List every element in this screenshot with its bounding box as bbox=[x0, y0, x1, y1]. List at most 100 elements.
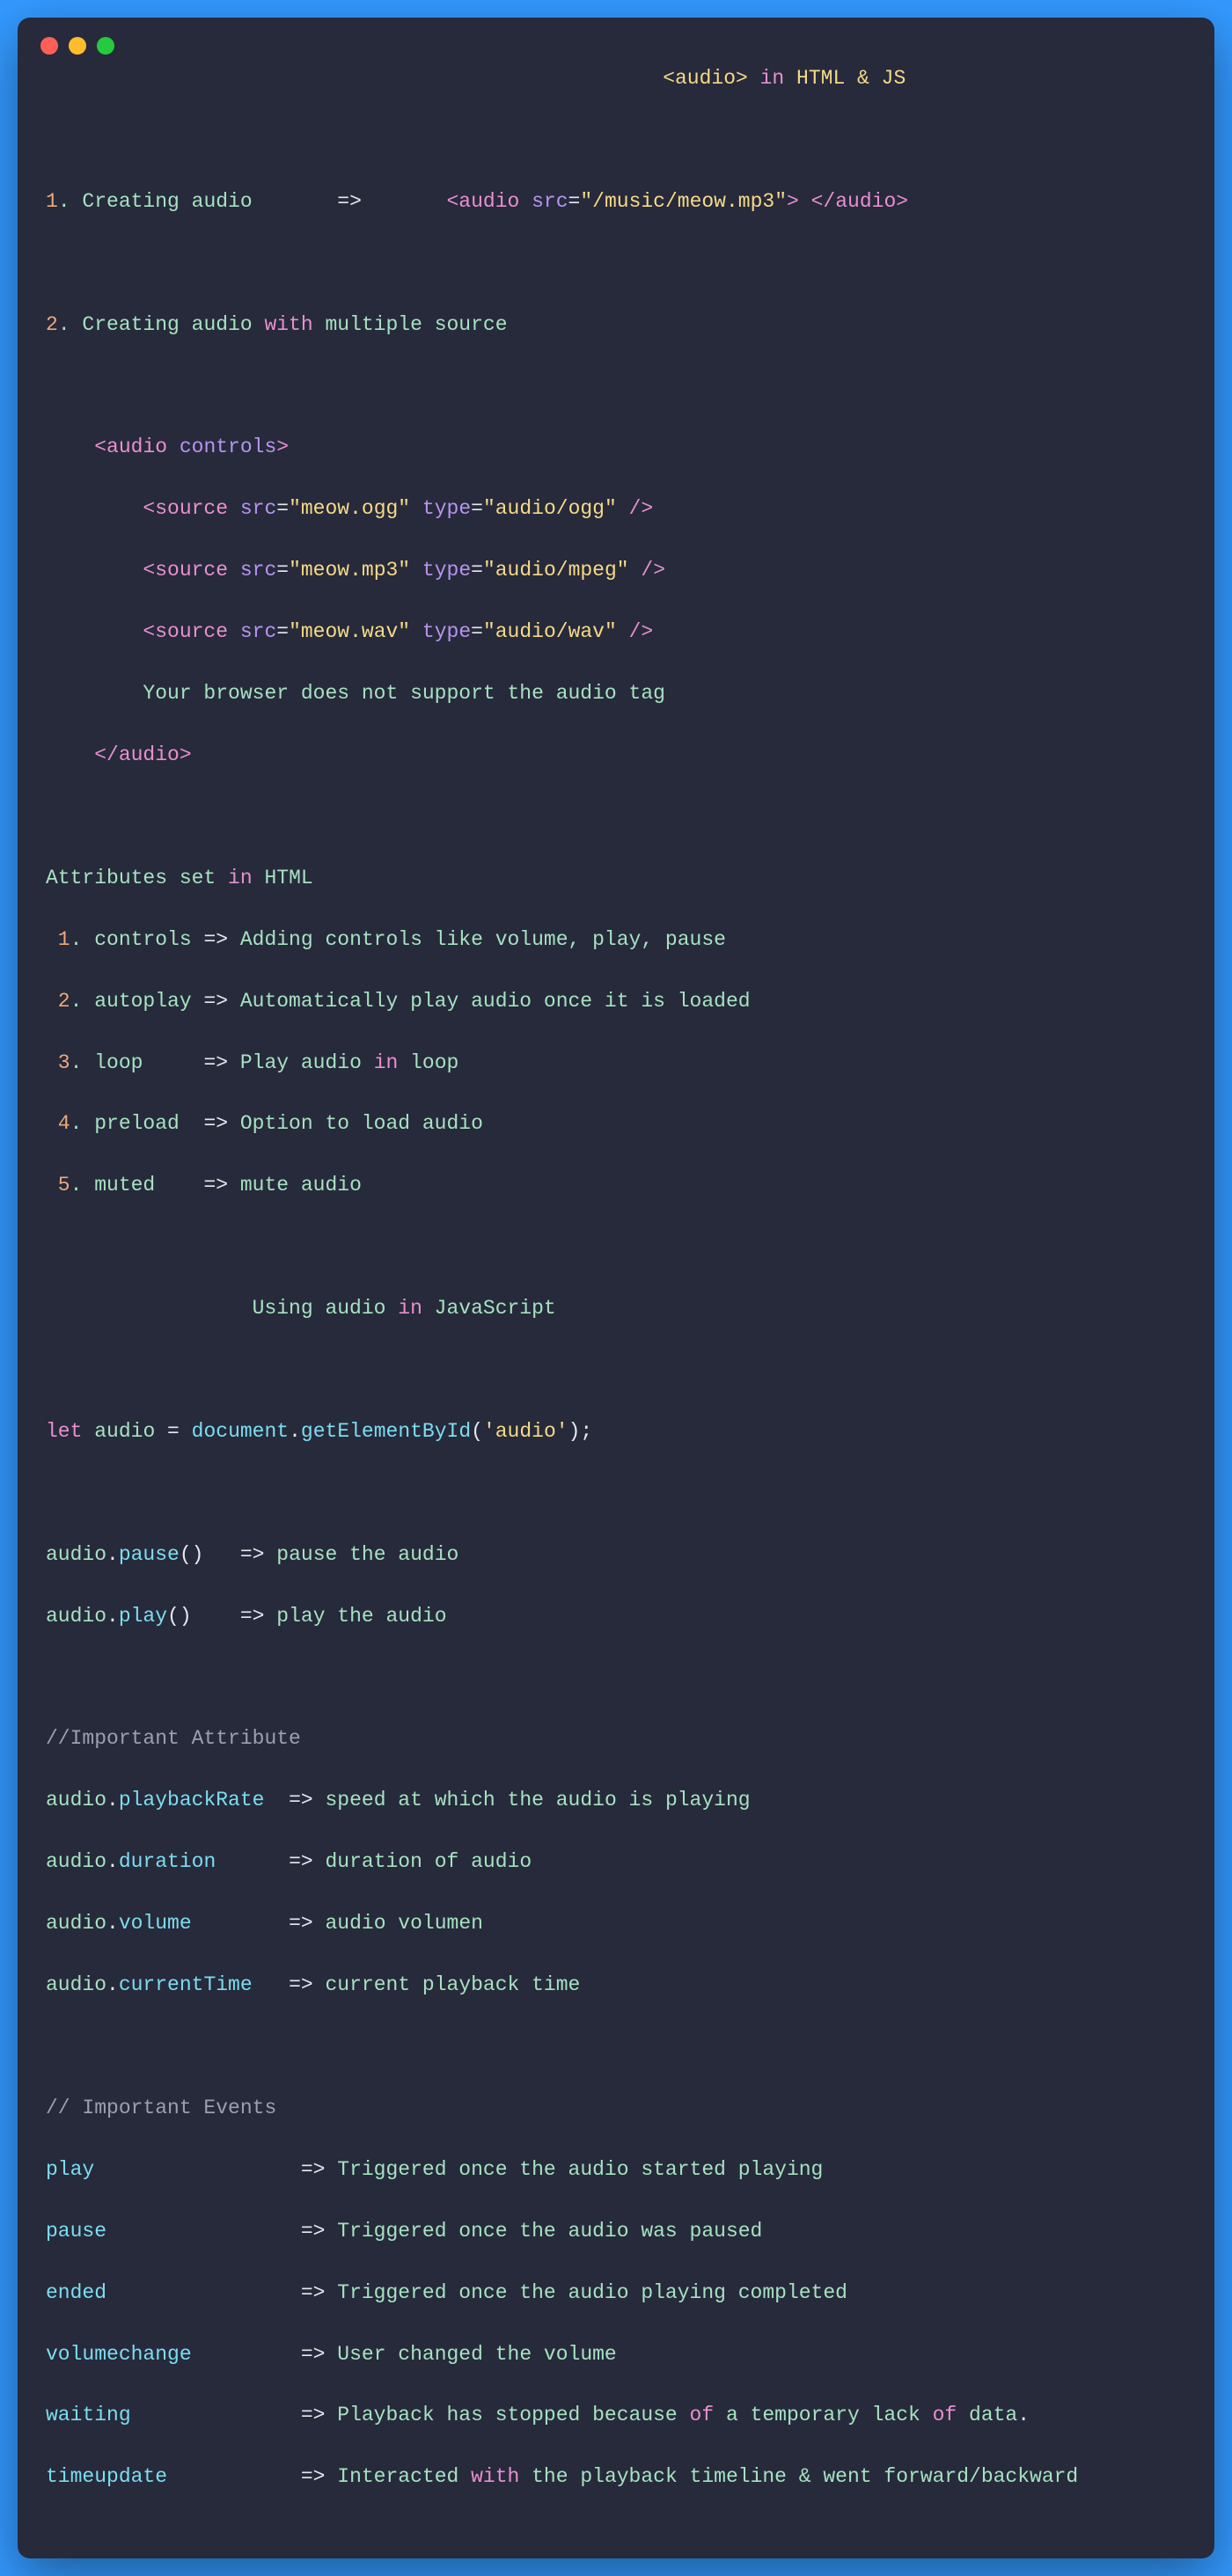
arrow: => bbox=[289, 1789, 313, 1811]
title-tag: <audio> bbox=[663, 67, 759, 90]
with: with bbox=[471, 2465, 519, 2488]
comment-events: // Important Events bbox=[46, 2093, 1183, 2124]
pad bbox=[216, 1850, 289, 1873]
pad bbox=[192, 1912, 289, 1935]
prop-row: audio.currentTime => current playback ti… bbox=[46, 1970, 1183, 2001]
semi: ; bbox=[580, 1420, 592, 1443]
of: of bbox=[690, 2404, 715, 2426]
attr-row: 5. muted => mute audio bbox=[46, 1170, 1183, 1201]
sp bbox=[410, 620, 422, 643]
sc: /> bbox=[629, 559, 665, 582]
code-window: <audio> in HTML & JS 1. Creating audio =… bbox=[18, 18, 1214, 2558]
src-val: "/music/meow.mp3" bbox=[580, 190, 787, 213]
paren: () bbox=[180, 1543, 204, 1566]
eq: = bbox=[276, 620, 289, 643]
num: 2 bbox=[46, 313, 58, 336]
event-row: ended => Triggered once the audio playin… bbox=[46, 2278, 1183, 2309]
tv: "audio/mpeg" bbox=[483, 559, 629, 582]
ms-source-wav: <source src="meow.wav" type="audio/wav" … bbox=[46, 617, 1183, 648]
attr-row: 1. controls => Adding controls like volu… bbox=[46, 925, 1183, 955]
method-pause: audio.pause() => pause the audio bbox=[46, 1540, 1183, 1570]
dot: . bbox=[106, 1605, 119, 1628]
tv: "audio/ogg" bbox=[483, 497, 617, 520]
of2: of bbox=[933, 2404, 957, 2426]
controls: controls bbox=[180, 435, 276, 458]
desc2: loop bbox=[398, 1051, 458, 1074]
event-row: play => Triggered once the audio started… bbox=[46, 2155, 1183, 2185]
src: src bbox=[240, 620, 276, 643]
tv: "audio/wav" bbox=[483, 620, 617, 643]
prop-row: audio.volume => audio volumen bbox=[46, 1908, 1183, 1939]
sp bbox=[410, 497, 422, 520]
indent bbox=[46, 682, 143, 705]
arrow: => bbox=[301, 2158, 326, 2181]
event-row: pause => Triggered once the audio was pa… bbox=[46, 2216, 1183, 2247]
pad bbox=[167, 2465, 301, 2488]
post: JavaScript bbox=[422, 1297, 556, 1320]
blank-line bbox=[46, 1478, 1183, 1509]
cmt: // Important Events bbox=[46, 2097, 276, 2119]
indent bbox=[46, 497, 143, 520]
attr-src: src bbox=[532, 190, 568, 213]
pad bbox=[106, 2281, 301, 2304]
pad bbox=[106, 2220, 301, 2243]
sc: /> bbox=[617, 620, 653, 643]
desc2: a temporary lack bbox=[714, 2404, 932, 2426]
n: 2 bbox=[46, 990, 70, 1013]
arrow: => bbox=[301, 2281, 326, 2304]
event-row: timeupdate => Interacted with the playba… bbox=[46, 2462, 1183, 2492]
section-2: 2. Creating audio with multiple source bbox=[46, 310, 1183, 340]
indent bbox=[46, 620, 143, 643]
maximize-icon[interactable] bbox=[97, 37, 114, 55]
name: timeupdate bbox=[46, 2465, 167, 2488]
name: waiting bbox=[46, 2404, 131, 2426]
blank-line bbox=[46, 2031, 1183, 2062]
method-play: audio.play() => play the audio bbox=[46, 1601, 1183, 1632]
open: ( bbox=[471, 1420, 483, 1443]
dot: . bbox=[106, 1850, 119, 1873]
desc: Automatically play audio once it is load… bbox=[228, 990, 751, 1013]
name: duration bbox=[119, 1850, 216, 1873]
label2: multiple source bbox=[313, 313, 508, 336]
fn: pause bbox=[119, 1543, 180, 1566]
titlebar bbox=[18, 18, 1214, 63]
arrow: => bbox=[203, 990, 228, 1013]
close-icon[interactable] bbox=[40, 37, 58, 55]
ms-audio-close: </audio> bbox=[46, 740, 1183, 771]
attr-row: 4. preload => Option to load audio bbox=[46, 1109, 1183, 1139]
minimize-icon[interactable] bbox=[69, 37, 86, 55]
name: ended bbox=[46, 2281, 106, 2304]
label: . Creating audio bbox=[58, 313, 265, 336]
let-line: let audio = document.getElementById('aud… bbox=[46, 1416, 1183, 1447]
desc: Interacted bbox=[325, 2465, 471, 2488]
name: . controls bbox=[70, 928, 204, 951]
desc: Option to load audio bbox=[228, 1112, 483, 1135]
indent bbox=[46, 559, 143, 582]
name: . muted bbox=[70, 1174, 204, 1197]
obj: audio bbox=[46, 1850, 106, 1873]
eq: = bbox=[471, 559, 483, 582]
prop-row: audio.duration => duration of audio bbox=[46, 1847, 1183, 1877]
code-area: <audio> in HTML & JS 1. Creating audio =… bbox=[18, 63, 1214, 2523]
arrow: => bbox=[203, 1051, 228, 1074]
arrow: => bbox=[289, 1973, 313, 1996]
label: . Creating audio bbox=[58, 190, 337, 213]
arrow: => bbox=[301, 2220, 326, 2243]
pad bbox=[192, 2343, 301, 2366]
pad bbox=[264, 1789, 289, 1811]
attr-row: 2. autoplay => Automatically play audio … bbox=[46, 986, 1183, 1017]
attrs-heading: Attributes set in HTML bbox=[46, 863, 1183, 894]
type: type bbox=[422, 620, 471, 643]
ms-source-mp3: <source src="meow.mp3" type="audio/mpeg"… bbox=[46, 555, 1183, 586]
desc: duration of audio bbox=[313, 1850, 532, 1873]
arrow: => bbox=[240, 1605, 265, 1628]
audio-open: <audio bbox=[447, 190, 532, 213]
blank-line bbox=[46, 125, 1183, 156]
pad bbox=[94, 2158, 301, 2181]
ms-source-ogg: <source src="meow.ogg" type="audio/ogg" … bbox=[46, 494, 1183, 524]
eq: = bbox=[471, 620, 483, 643]
in: in bbox=[374, 1051, 399, 1074]
arrow: => bbox=[289, 1912, 313, 1935]
str: 'audio' bbox=[483, 1420, 568, 1443]
title-suffix: HTML & JS bbox=[784, 67, 906, 90]
